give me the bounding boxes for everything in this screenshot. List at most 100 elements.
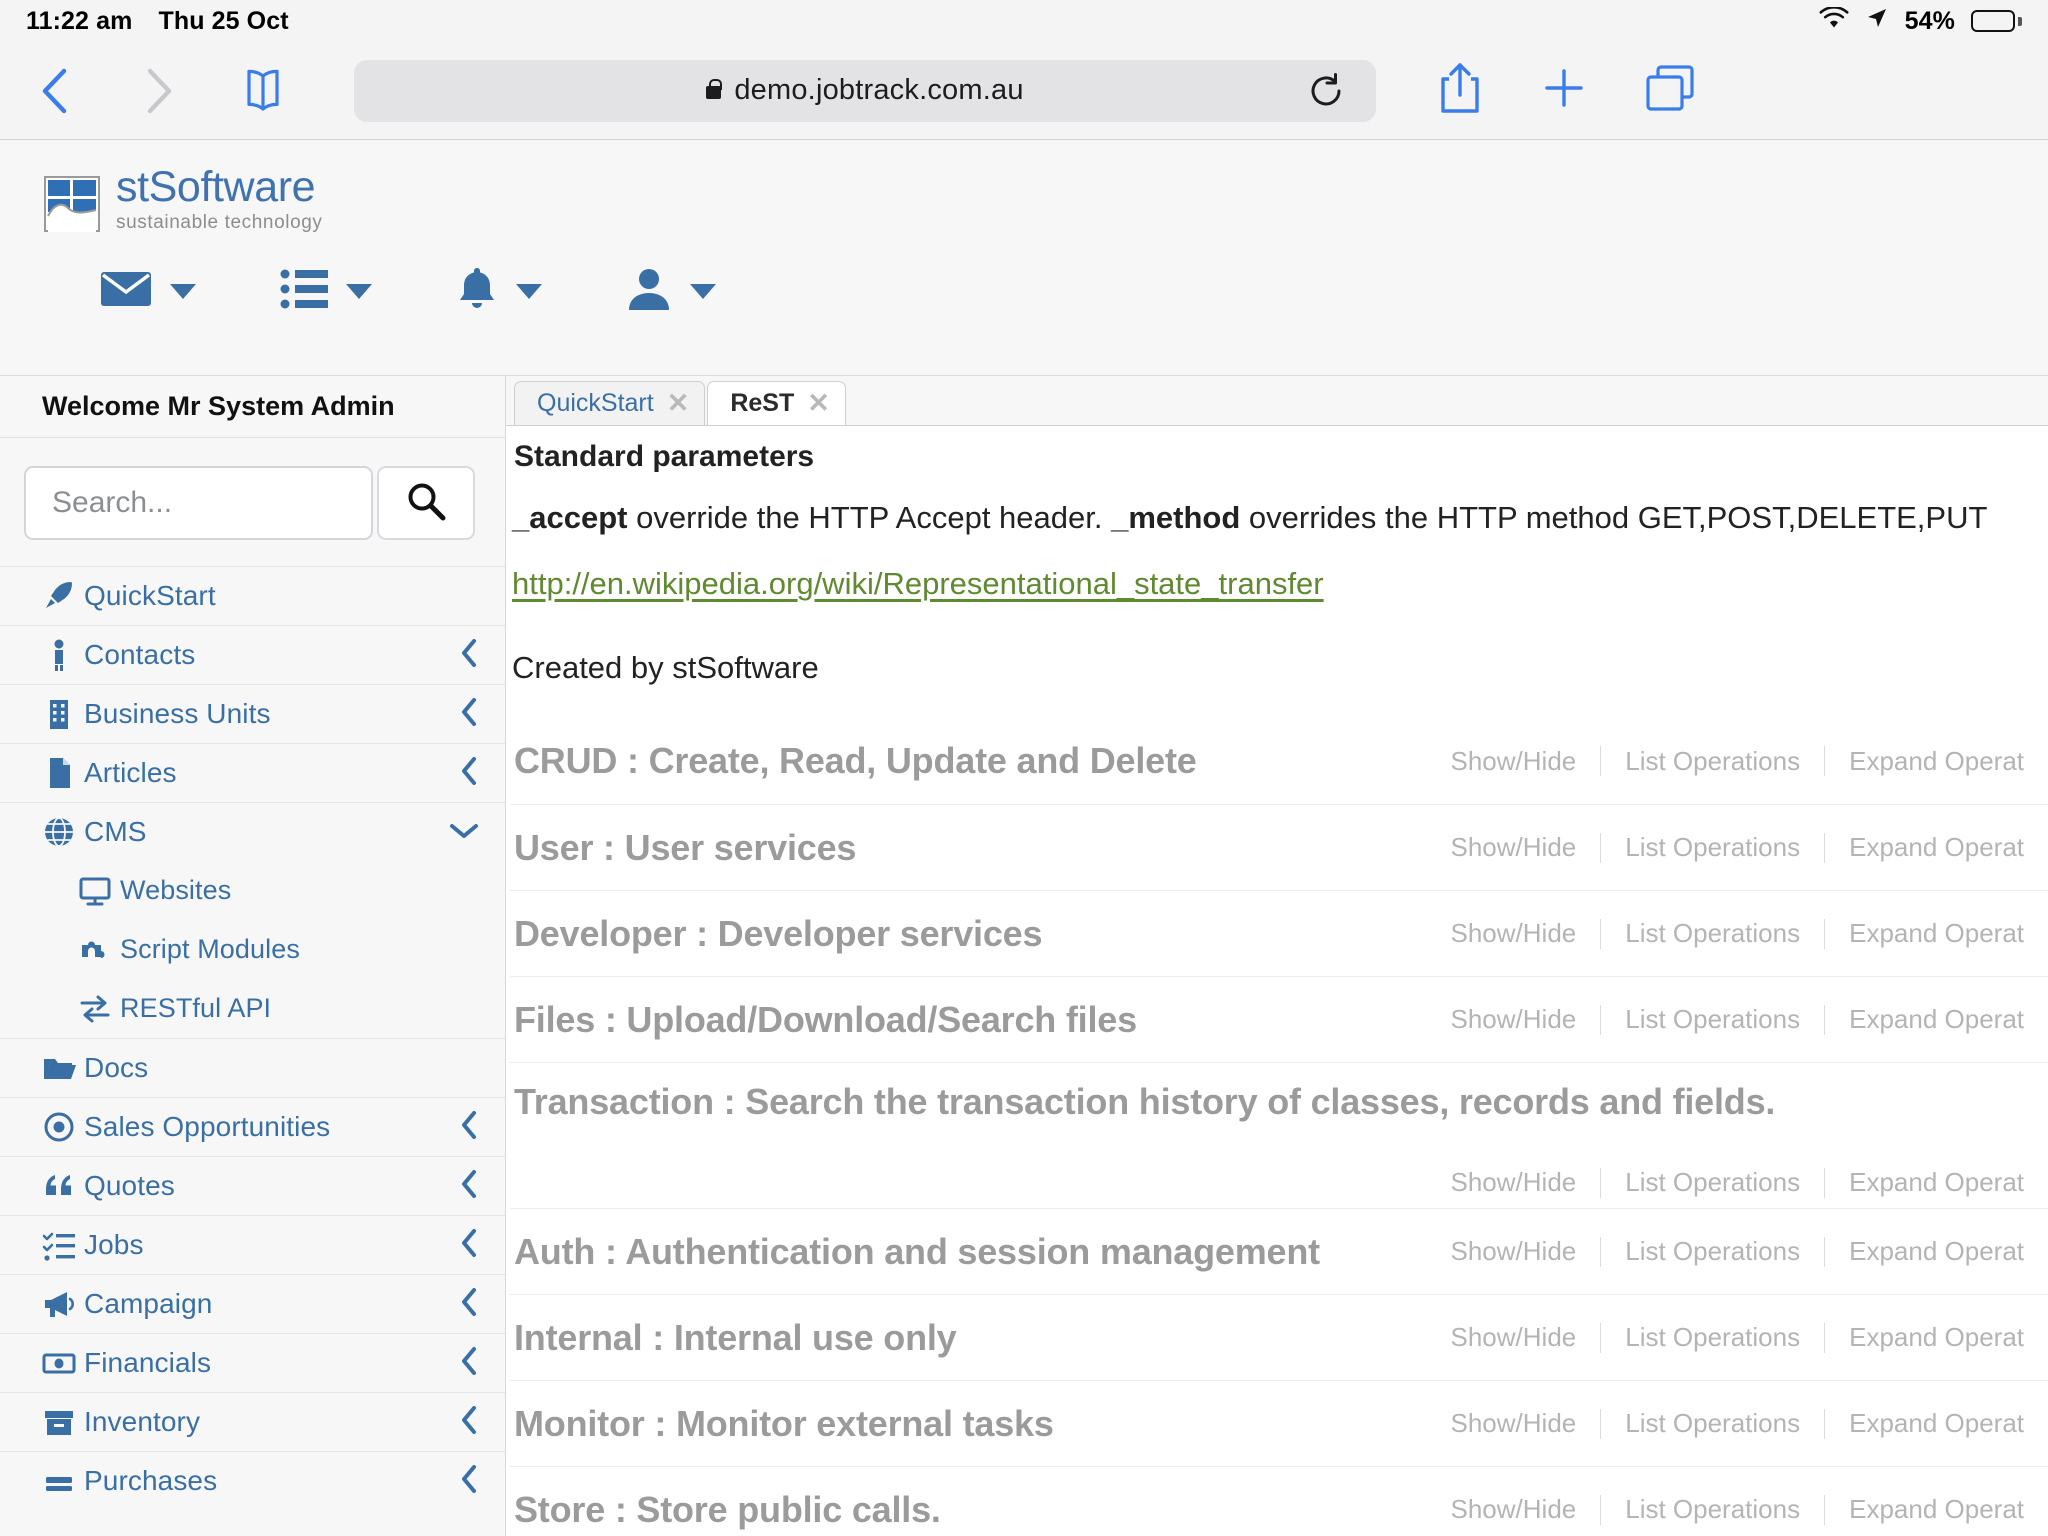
- chevron-left-icon[interactable]: [459, 1110, 479, 1145]
- sidebar-item-quotes[interactable]: Quotes: [0, 1156, 505, 1215]
- resource-title[interactable]: User : User services: [514, 827, 1427, 869]
- operation-link-expand-operat[interactable]: Expand Operat: [1825, 1408, 2048, 1439]
- resource-title[interactable]: Files : Upload/Download/Search files: [514, 999, 1427, 1041]
- chevron-left-icon[interactable]: [459, 1464, 479, 1499]
- sidebar-item-cms[interactable]: CMS: [0, 802, 505, 861]
- operation-link-show-hide[interactable]: Show/Hide: [1427, 1494, 1601, 1525]
- api-resource-row[interactable]: CRUD : Create, Read, Update and Delete Sh…: [510, 718, 2048, 804]
- chevron-left-icon[interactable]: [459, 1346, 479, 1381]
- api-resource-row[interactable]: User : User services Show/Hide List Operat…: [510, 804, 2048, 890]
- operation-link-expand-operat[interactable]: Expand Operat: [1825, 1236, 2048, 1267]
- chevron-left-icon[interactable]: [459, 697, 479, 732]
- box-icon: [42, 1405, 84, 1439]
- api-resource-row[interactable]: Transaction : Search the transaction his…: [510, 1062, 2048, 1208]
- tab-rest[interactable]: ReST ✕: [707, 381, 846, 425]
- api-resource-row[interactable]: Internal : Internal use only Show/Hide Lis…: [510, 1294, 2048, 1380]
- param-method: _method: [1111, 500, 1241, 535]
- operation-link-list-operations[interactable]: List Operations: [1601, 1494, 1824, 1525]
- operation-link-show-hide[interactable]: Show/Hide: [1427, 918, 1601, 949]
- chevron-left-icon[interactable]: [459, 756, 479, 791]
- sidebar-item-financials[interactable]: Financials: [0, 1333, 505, 1392]
- chevron-left-icon[interactable]: [459, 1287, 479, 1322]
- sidebar-item-docs[interactable]: Docs: [0, 1038, 505, 1097]
- resource-title[interactable]: Transaction : Search the transaction his…: [514, 1081, 2048, 1123]
- new-tab-icon[interactable]: [1540, 64, 1588, 117]
- close-icon[interactable]: ✕: [807, 390, 830, 417]
- bell-icon: [456, 266, 498, 317]
- operation-link-list-operations[interactable]: List Operations: [1601, 1004, 1824, 1035]
- operation-link-show-hide[interactable]: Show/Hide: [1427, 1408, 1601, 1439]
- api-resource-row[interactable]: Auth : Authentication and session manage…: [510, 1208, 2048, 1294]
- chevron-left-icon[interactable]: [459, 638, 479, 673]
- operation-link-expand-operat[interactable]: Expand Operat: [1825, 1167, 2048, 1198]
- sidebar-item-purchases[interactable]: Purchases: [0, 1451, 505, 1510]
- list-menu[interactable]: [280, 268, 372, 315]
- api-resource-row[interactable]: Monitor : Monitor external tasks Show/Hid…: [510, 1380, 2048, 1466]
- resource-title[interactable]: Monitor : Monitor external tasks: [514, 1403, 1427, 1445]
- sidebar-item-sales-opportunities[interactable]: Sales Opportunities: [0, 1097, 505, 1156]
- sidebar-item-label: Business Units: [84, 698, 271, 729]
- operation-link-expand-operat[interactable]: Expand Operat: [1825, 1322, 2048, 1353]
- operation-link-show-hide[interactable]: Show/Hide: [1427, 746, 1601, 777]
- battery-percent: 54%: [1904, 6, 1955, 35]
- tabs-overview-icon[interactable]: [1644, 63, 1696, 118]
- chevron-down-icon[interactable]: [449, 819, 479, 846]
- account-menu[interactable]: [626, 266, 716, 317]
- operation-link-show-hide[interactable]: Show/Hide: [1427, 1236, 1601, 1267]
- operation-link-list-operations[interactable]: List Operations: [1601, 1322, 1824, 1353]
- sidebar-item-contacts[interactable]: Contacts: [0, 625, 505, 684]
- search-button[interactable]: [377, 466, 475, 540]
- operation-link-list-operations[interactable]: List Operations: [1601, 1167, 1824, 1198]
- chevron-left-icon[interactable]: [459, 1228, 479, 1263]
- sidebar-item-inventory[interactable]: Inventory: [0, 1392, 505, 1451]
- search-input[interactable]: Search...: [24, 466, 373, 540]
- resource-title[interactable]: Store : Store public calls.: [514, 1489, 1427, 1531]
- operation-link-expand-operat[interactable]: Expand Operat: [1825, 832, 2048, 863]
- sidebar-item-quickstart[interactable]: QuickStart: [0, 566, 505, 625]
- api-resource-row[interactable]: Files : Upload/Download/Search files Show…: [510, 976, 2048, 1062]
- address-bar[interactable]: demo.jobtrack.com.au: [354, 59, 1376, 122]
- operation-link-expand-operat[interactable]: Expand Operat: [1825, 918, 2048, 949]
- operation-link-show-hide[interactable]: Show/Hide: [1427, 1322, 1601, 1353]
- sidebar-item-business-units[interactable]: Business Units: [0, 684, 505, 743]
- sidebar-item-articles[interactable]: Articles: [0, 743, 505, 802]
- sidebar-item-script-modules[interactable]: Script Modules: [0, 920, 505, 979]
- tab-quickstart[interactable]: QuickStart ✕: [514, 381, 706, 425]
- operation-link-show-hide[interactable]: Show/Hide: [1427, 1004, 1601, 1035]
- reload-icon[interactable]: [1306, 71, 1346, 111]
- bookmarks-icon[interactable]: [234, 62, 292, 120]
- notifications-menu[interactable]: [456, 266, 542, 317]
- operation-link-list-operations[interactable]: List Operations: [1601, 746, 1824, 777]
- chevron-left-icon[interactable]: [459, 1405, 479, 1440]
- api-resource-row[interactable]: Store : Store public calls. Show/Hide List…: [510, 1466, 2048, 1536]
- app-header: stSoftware sustainable technology: [0, 140, 2048, 376]
- operation-link-expand-operat[interactable]: Expand Operat: [1825, 1004, 2048, 1035]
- sidebar-item-websites[interactable]: Websites: [0, 861, 505, 920]
- chevron-left-icon[interactable]: [459, 1169, 479, 1204]
- sidebar-item-jobs[interactable]: Jobs: [0, 1215, 505, 1274]
- operation-link-list-operations[interactable]: List Operations: [1601, 1408, 1824, 1439]
- mail-menu[interactable]: [100, 269, 196, 314]
- sidebar-item-label: Contacts: [84, 639, 196, 670]
- resource-operations: Show/Hide List Operations Expand Operat: [1427, 1236, 2048, 1267]
- share-icon[interactable]: [1436, 61, 1484, 120]
- sidebar-item-restful-api[interactable]: RESTful API: [0, 979, 505, 1038]
- operation-link-list-operations[interactable]: List Operations: [1601, 918, 1824, 949]
- operation-link-expand-operat[interactable]: Expand Operat: [1825, 746, 2048, 777]
- brand-logo[interactable]: stSoftware sustainable technology: [44, 165, 2048, 234]
- resource-title[interactable]: CRUD : Create, Read, Update and Delete: [514, 740, 1427, 782]
- operation-link-show-hide[interactable]: Show/Hide: [1427, 832, 1601, 863]
- resource-title[interactable]: Developer : Developer services: [514, 913, 1427, 955]
- operation-link-show-hide[interactable]: Show/Hide: [1427, 1167, 1601, 1198]
- resource-title[interactable]: Internal : Internal use only: [514, 1317, 1427, 1359]
- list-icon: [280, 268, 328, 315]
- close-icon[interactable]: ✕: [667, 390, 690, 417]
- sidebar-item-campaign[interactable]: Campaign: [0, 1274, 505, 1333]
- back-icon[interactable]: [26, 62, 84, 120]
- api-resource-row[interactable]: Developer : Developer services Show/Hide L…: [510, 890, 2048, 976]
- operation-link-list-operations[interactable]: List Operations: [1601, 1236, 1824, 1267]
- resource-title[interactable]: Auth : Authentication and session manage…: [514, 1231, 1427, 1273]
- operation-link-expand-operat[interactable]: Expand Operat: [1825, 1494, 2048, 1525]
- operation-link-list-operations[interactable]: List Operations: [1601, 832, 1824, 863]
- rest-reference-link[interactable]: http://en.wikipedia.org/wiki/Representat…: [512, 566, 1324, 602]
